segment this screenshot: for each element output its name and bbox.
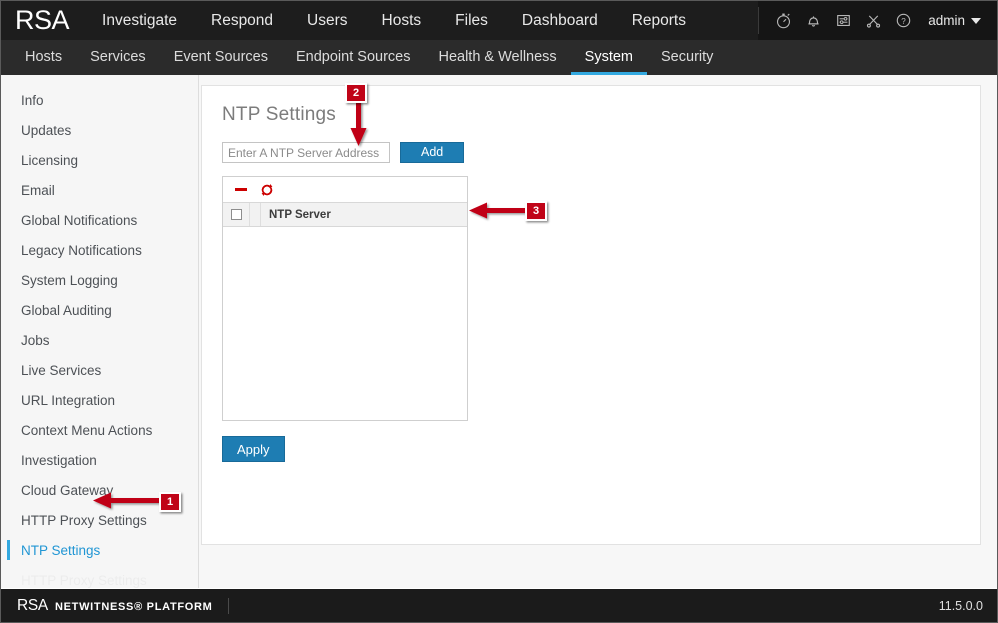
- ntp-server-grid: NTP Server: [222, 176, 468, 421]
- grid-body-empty: [223, 227, 467, 420]
- callout-arrow-2: [350, 101, 367, 146]
- topnav-item-reports[interactable]: Reports: [615, 1, 703, 40]
- subnav-item-hosts[interactable]: Hosts: [11, 40, 76, 75]
- subnav-item-system[interactable]: System: [570, 40, 648, 75]
- sidebar-item-licensing[interactable]: Licensing: [1, 145, 198, 175]
- grid-toolbar: [223, 177, 467, 203]
- apply-row: Apply: [202, 421, 980, 462]
- sidebar-item-global-notifications[interactable]: Global Notifications: [1, 205, 198, 235]
- sub-navigation-bar: Hosts Services Event Sources Endpoint So…: [1, 40, 997, 75]
- subnav-item-health-wellness[interactable]: Health & Wellness: [424, 40, 570, 75]
- subnav-item-security[interactable]: Security: [647, 40, 727, 75]
- sidebar-item-legacy-notifications[interactable]: Legacy Notifications: [1, 235, 198, 265]
- grid-spacer-column: [250, 203, 261, 226]
- page-title: NTP Settings: [222, 104, 336, 125]
- configure-icon[interactable]: [858, 1, 888, 40]
- divider: [227, 597, 229, 614]
- sidebar-item-info[interactable]: Info: [1, 85, 198, 115]
- topnav-item-investigate[interactable]: Investigate: [85, 1, 194, 40]
- footer-product-name: NETWITNESS® PLATFORM: [54, 600, 213, 613]
- chevron-down-icon: [971, 17, 981, 24]
- bell-icon[interactable]: [798, 1, 828, 40]
- sidebar-item-email[interactable]: Email: [1, 175, 198, 205]
- topnav-item-files[interactable]: Files: [438, 1, 505, 40]
- divider: [758, 7, 760, 34]
- add-button[interactable]: Add: [400, 142, 465, 163]
- remove-icon[interactable]: [233, 181, 249, 199]
- grid-header-ntp-server[interactable]: NTP Server: [261, 209, 467, 221]
- top-nav-items: Investigate Respond Users Hosts Files Da…: [85, 1, 703, 40]
- add-server-row: Add: [202, 126, 980, 163]
- callout-arrow-3: [469, 202, 529, 219]
- sidebar-item-live-services[interactable]: Live Services: [1, 355, 198, 385]
- sidebar-item-context-menu-actions[interactable]: Context Menu Actions: [1, 415, 198, 445]
- topnav-item-dashboard[interactable]: Dashboard: [505, 1, 615, 40]
- timer-icon[interactable]: [768, 1, 798, 40]
- rsa-logo: RSA: [15, 5, 70, 35]
- grid-header-row: NTP Server: [223, 203, 467, 227]
- application-window: RSA Investigate Respond Users Hosts File…: [0, 0, 998, 623]
- footer-bar: RSA NETWITNESS® PLATFORM 11.5.0.0: [1, 588, 997, 622]
- apply-button[interactable]: Apply: [222, 436, 285, 462]
- callout-badge-3: 3: [525, 201, 547, 221]
- callout-arrow-1: [93, 492, 167, 509]
- sidebar-item-ntp-settings[interactable]: NTP Settings: [1, 535, 198, 565]
- topnav-item-users[interactable]: Users: [290, 1, 364, 40]
- ntp-settings-panel: NTP Settings Add: [201, 85, 981, 545]
- help-icon[interactable]: ?: [888, 1, 918, 40]
- select-all-checkbox[interactable]: [230, 209, 242, 220]
- callout-badge-1: 1: [159, 492, 181, 512]
- tasks-icon[interactable]: [828, 1, 858, 40]
- grid-select-all-cell: [223, 203, 250, 226]
- version-label: 11.5.0.0: [938, 598, 983, 613]
- sidebar-item-url-integration[interactable]: URL Integration: [1, 385, 198, 415]
- subnav-item-event-sources[interactable]: Event Sources: [160, 40, 282, 75]
- subnav-item-endpoint-sources[interactable]: Endpoint Sources: [282, 40, 424, 75]
- sidebar-item-jobs[interactable]: Jobs: [1, 325, 198, 355]
- user-menu[interactable]: admin: [918, 1, 989, 40]
- sidebar-item-system-logging[interactable]: System Logging: [1, 265, 198, 295]
- svg-text:?: ?: [901, 17, 906, 26]
- sidebar-item-investigation[interactable]: Investigation: [1, 445, 198, 475]
- sidebar-item-global-auditing[interactable]: Global Auditing: [1, 295, 198, 325]
- subnav-item-services[interactable]: Services: [76, 40, 160, 75]
- footer-brand: RSA NETWITNESS® PLATFORM: [1, 597, 229, 615]
- footer-rsa-logo: RSA: [17, 596, 48, 614]
- top-navigation-bar: RSA Investigate Respond Users Hosts File…: [1, 1, 997, 40]
- user-menu-label: admin: [928, 13, 965, 28]
- refresh-icon[interactable]: [259, 181, 275, 199]
- topnav-item-hosts[interactable]: Hosts: [365, 1, 439, 40]
- topnav-item-respond[interactable]: Respond: [194, 1, 290, 40]
- callout-badge-2: 2: [345, 83, 367, 103]
- sidebar-item-updates[interactable]: Updates: [1, 115, 198, 145]
- top-nav-right-tools: ? admin: [758, 1, 997, 40]
